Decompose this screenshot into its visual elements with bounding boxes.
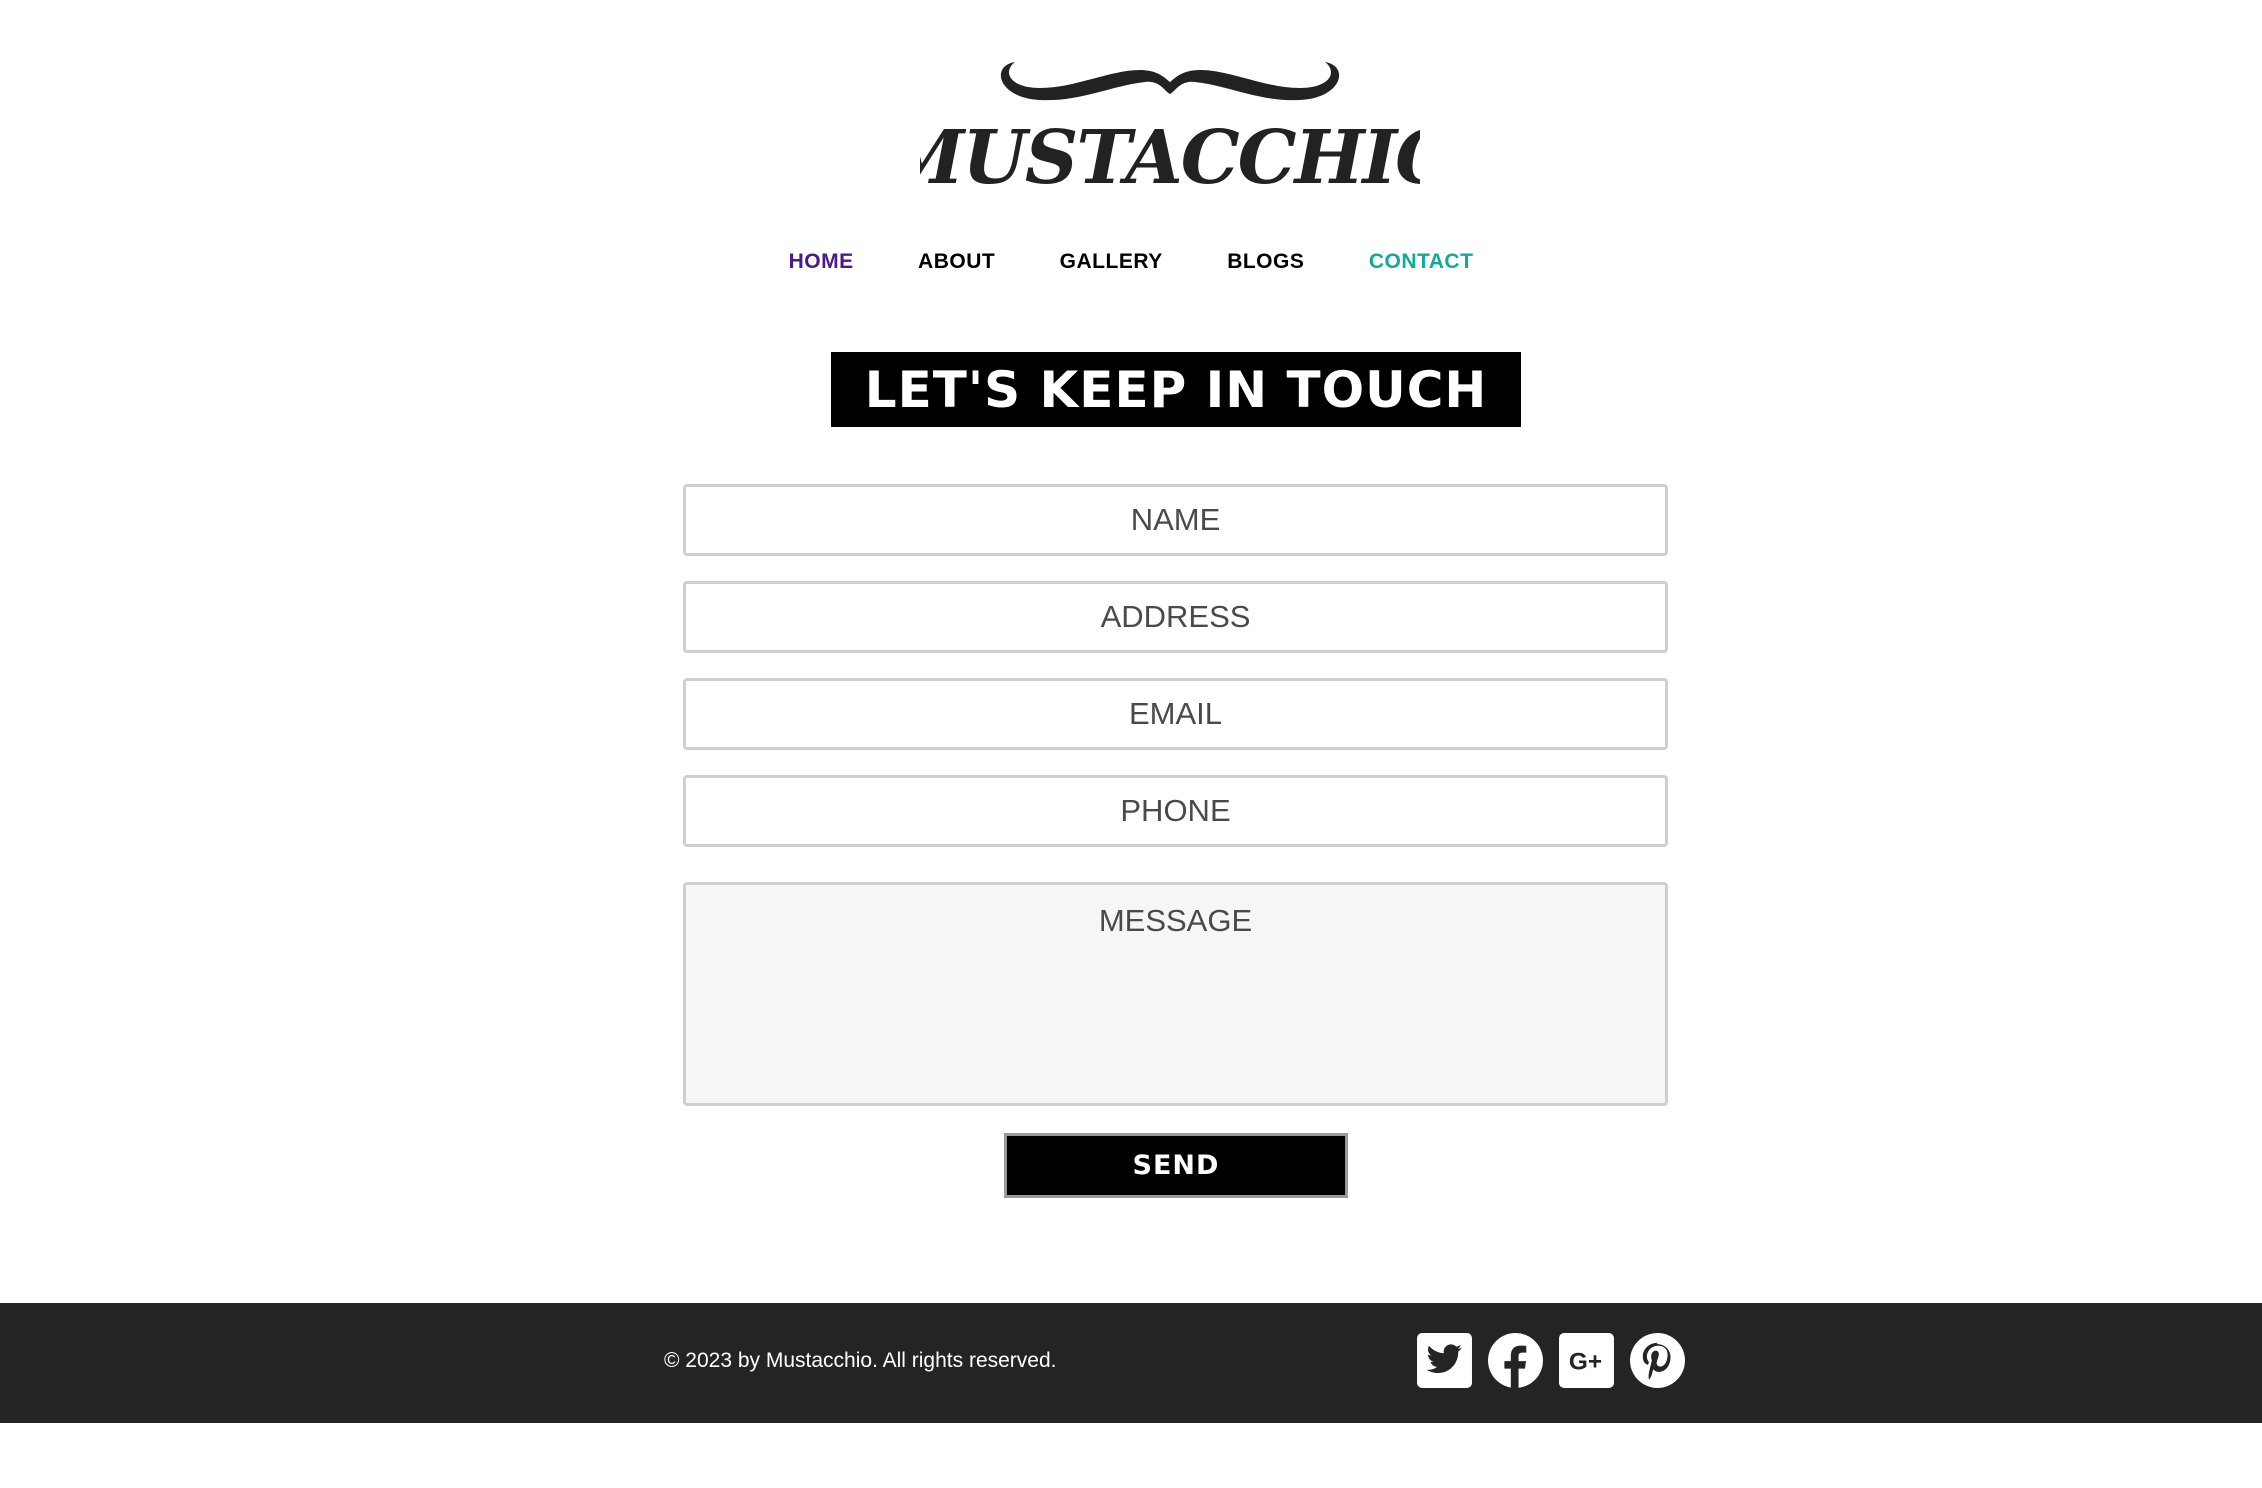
phone-field[interactable] <box>683 775 1668 847</box>
twitter-icon[interactable] <box>1416 1332 1473 1389</box>
facebook-icon[interactable] <box>1487 1332 1544 1389</box>
social-links: G+ <box>1416 1332 1686 1389</box>
address-field[interactable] <box>683 581 1668 653</box>
site-footer: © 2023 by Mustacchio. All rights reserve… <box>0 1303 2262 1423</box>
message-field[interactable] <box>683 882 1668 1106</box>
main-nav: HOME ABOUT GALLERY BLOGS CONTACT <box>0 250 2262 274</box>
page-heading-banner: LET'S KEEP IN TOUCH <box>831 352 1521 427</box>
mustache-logo-icon: MUSTACCHIO <box>920 62 1420 198</box>
google-plus-icon[interactable]: G+ <box>1558 1332 1615 1389</box>
contact-page: MUSTACCHIO HOME ABOUT GALLERY BLOGS CONT… <box>0 0 2262 1488</box>
page-title: LET'S KEEP IN TOUCH <box>864 360 1488 419</box>
nav-gallery-link[interactable]: GALLERY <box>1060 250 1163 274</box>
site-logo[interactable]: MUSTACCHIO <box>920 48 1420 198</box>
nav-about-link[interactable]: ABOUT <box>918 250 995 274</box>
email-field[interactable] <box>683 678 1668 750</box>
name-field[interactable] <box>683 484 1668 556</box>
svg-text:MUSTACCHIO: MUSTACCHIO <box>920 115 1420 198</box>
copyright-text: © 2023 by Mustacchio. All rights reserve… <box>664 1349 1057 1372</box>
nav-blogs-link[interactable]: BLOGS <box>1227 250 1304 274</box>
svg-text:G+: G+ <box>1569 1349 1602 1376</box>
nav-contact-link[interactable]: CONTACT <box>1369 250 1474 274</box>
pinterest-icon[interactable] <box>1629 1332 1686 1389</box>
nav-home-link[interactable]: HOME <box>789 250 854 274</box>
send-button[interactable]: SEND <box>1004 1133 1348 1198</box>
